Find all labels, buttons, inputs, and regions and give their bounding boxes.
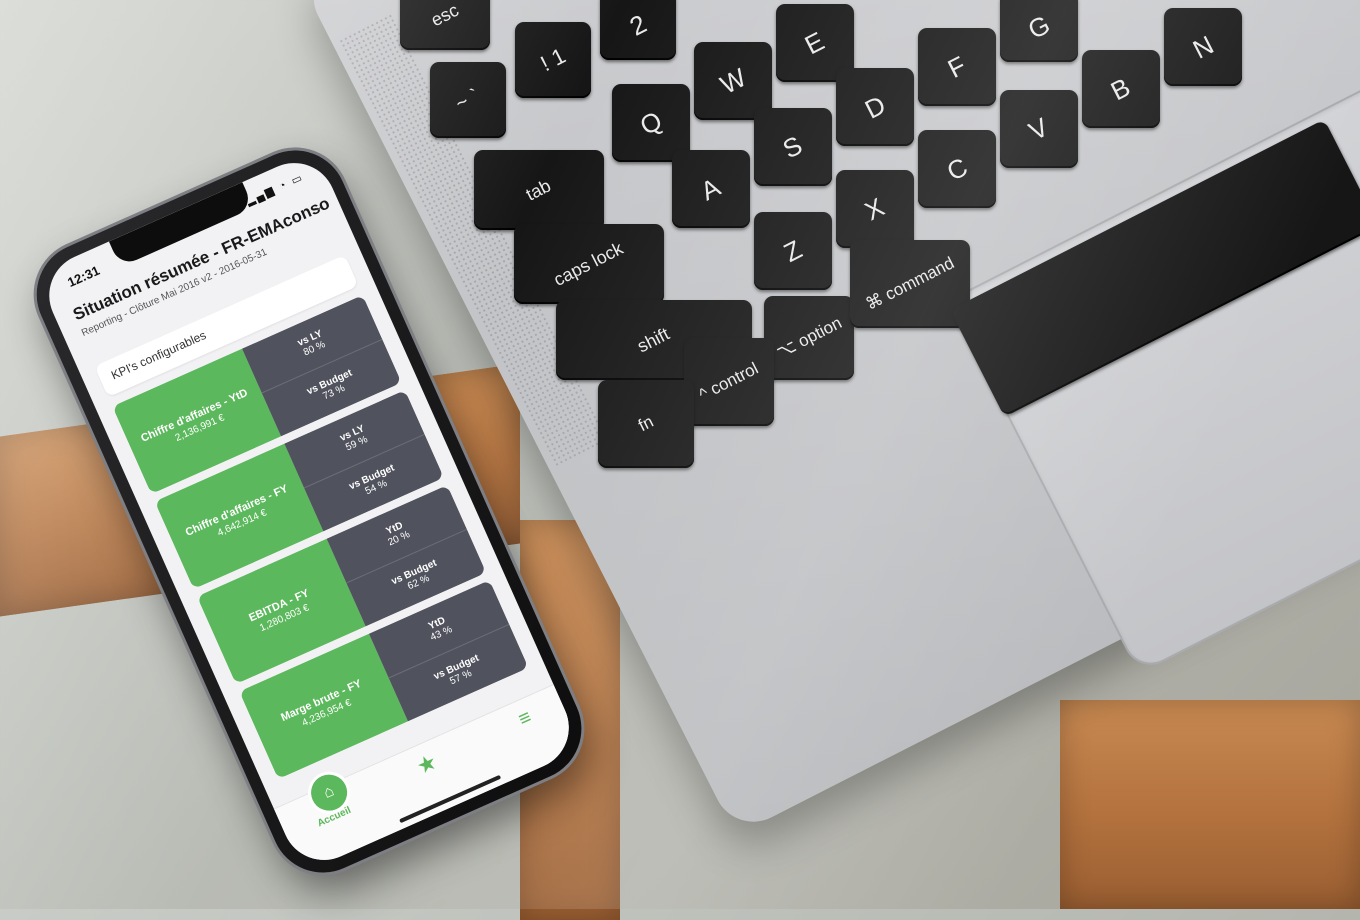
key-tilde[interactable]: ~ ` [430, 62, 506, 138]
key-c[interactable]: C [918, 130, 996, 208]
menu-icon[interactable]: ≡ [515, 706, 535, 732]
key-caps-lock[interactable]: caps lock [514, 224, 664, 304]
key-g[interactable]: G [1000, 0, 1078, 62]
key-option[interactable]: ⌥ option [764, 296, 854, 380]
key-fn[interactable]: fn [598, 380, 694, 468]
key-2[interactable]: 2 [600, 0, 676, 60]
key-s[interactable]: S [754, 108, 832, 186]
key-1[interactable]: ! 1 [515, 22, 591, 98]
key-a[interactable]: A [672, 150, 750, 228]
status-icons: ▂▄▆ ◔ ▭ [244, 171, 306, 208]
key-b[interactable]: B [1082, 50, 1160, 128]
key-esc[interactable]: esc [400, 0, 490, 50]
key-control[interactable]: ^ control [684, 338, 774, 426]
status-time: 12:31 [65, 262, 102, 290]
key-f[interactable]: F [918, 28, 996, 106]
key-d[interactable]: D [836, 68, 914, 146]
key-z[interactable]: Z [754, 212, 832, 290]
key-tab[interactable]: tab [474, 150, 604, 230]
key-v[interactable]: V [1000, 90, 1078, 168]
key-x[interactable]: X [836, 170, 914, 248]
star-icon[interactable]: ★ [413, 749, 442, 781]
key-n[interactable]: N [1164, 8, 1242, 86]
